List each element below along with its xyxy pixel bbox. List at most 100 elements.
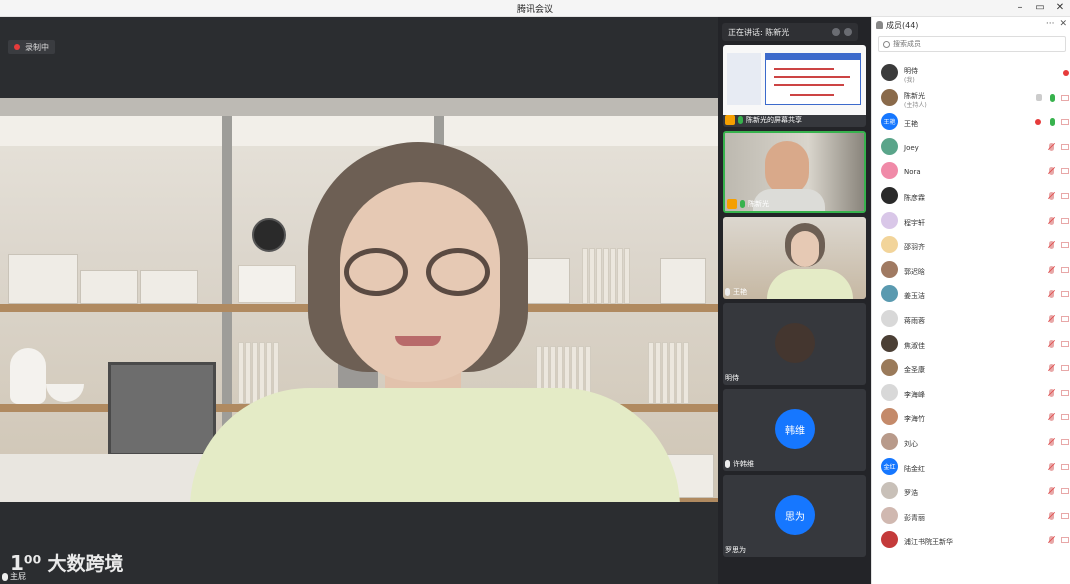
mic-muted-icon[interactable]: [1049, 142, 1054, 151]
mic-muted-icon[interactable]: [1049, 167, 1054, 176]
mic-muted-icon[interactable]: [1049, 536, 1054, 545]
camera-off-icon[interactable]: [1061, 193, 1069, 199]
member-row[interactable]: 陈彦霖: [872, 185, 1070, 207]
member-avatar: [881, 137, 898, 155]
member-name: 浦江书院王新华: [904, 538, 953, 547]
camera-off-icon[interactable]: [1061, 143, 1069, 150]
member-row[interactable]: 邵羽齐: [872, 234, 1070, 256]
thumb-participant[interactable]: 明侍: [723, 303, 866, 385]
recording-indicator[interactable]: 录制中: [8, 40, 55, 54]
thumb-name: 许韩维: [733, 460, 754, 468]
mic-muted-icon[interactable]: [1049, 438, 1054, 446]
member-name: 罗浩: [904, 489, 918, 498]
camera-off-icon[interactable]: [1061, 439, 1069, 445]
camera-off-icon[interactable]: [1061, 94, 1069, 101]
camera-off-icon[interactable]: [1061, 537, 1069, 544]
member-row[interactable]: 姜玉洁: [872, 283, 1070, 305]
member-row[interactable]: 刘心: [872, 431, 1070, 453]
camera-off-icon[interactable]: [1061, 512, 1069, 519]
mic-muted-icon[interactable]: [1049, 216, 1054, 225]
member-row[interactable]: 王艳 王艳: [872, 111, 1070, 133]
minimize-icon[interactable]: –: [1014, 1, 1026, 15]
thumb-participant[interactable]: 思为 罗思为: [723, 475, 866, 557]
mic-muted-icon[interactable]: [1049, 364, 1054, 373]
slide-text-line: [774, 76, 850, 78]
mic-muted-icon[interactable]: [1049, 315, 1054, 323]
thumb-active-speaker[interactable]: 陈新光: [723, 131, 866, 213]
camera-off-icon[interactable]: [1061, 365, 1069, 372]
camera-off-icon[interactable]: [1061, 217, 1069, 224]
host-shield-icon[interactable]: [1036, 93, 1042, 101]
camera-off-icon[interactable]: [1061, 168, 1069, 175]
close-icon[interactable]: ✕: [1059, 19, 1067, 29]
camera-off-icon[interactable]: [1061, 414, 1069, 421]
member-name: 陆金红: [904, 464, 925, 473]
member-row[interactable]: 程宇轩: [872, 210, 1070, 232]
member-row[interactable]: 李海峰: [872, 382, 1070, 404]
mic-muted-icon[interactable]: [1049, 290, 1054, 299]
video-ceiling: [0, 98, 718, 116]
member-row[interactable]: 焦淑佳: [872, 333, 1070, 355]
mic-muted-icon[interactable]: [1049, 487, 1054, 496]
camera-off-icon[interactable]: [1061, 316, 1069, 322]
thumb-name: 王艳: [733, 288, 747, 296]
maximize-icon[interactable]: ▭: [1034, 1, 1046, 15]
camera-off-icon[interactable]: [1061, 389, 1069, 396]
member-row[interactable]: 明侍 (我): [872, 62, 1070, 84]
slide-preview: [765, 53, 861, 105]
member-row[interactable]: 陈新光 (主持人): [872, 87, 1070, 109]
member-row[interactable]: 郭迟晗: [872, 259, 1070, 281]
mic-icon[interactable]: [1050, 93, 1055, 102]
camera-off-icon[interactable]: [1061, 340, 1069, 347]
search-icon: [883, 40, 890, 48]
mic-muted-icon[interactable]: [1049, 192, 1054, 200]
more-icon[interactable]: ···: [1046, 19, 1055, 29]
member-row[interactable]: 罗浩: [872, 480, 1070, 502]
member-search[interactable]: [878, 36, 1066, 52]
search-input[interactable]: [893, 40, 1053, 48]
close-icon[interactable]: ✕: [1054, 1, 1066, 15]
mic-muted-icon[interactable]: [1049, 265, 1054, 274]
host-badge-icon: [727, 199, 737, 209]
member-avatar: [881, 260, 898, 278]
member-row[interactable]: 蒋雨蓉: [872, 308, 1070, 330]
collapse-icon[interactable]: [844, 28, 852, 36]
member-row[interactable]: 金圣康: [872, 357, 1070, 379]
mic-muted-icon[interactable]: [1049, 339, 1054, 348]
mic-muted-icon[interactable]: [1049, 241, 1054, 250]
camera-off-icon[interactable]: [1061, 463, 1069, 470]
storage-box: [140, 270, 198, 304]
camera-off-icon[interactable]: [1061, 119, 1069, 126]
member-name: Joey: [904, 143, 919, 152]
member-avatar: [881, 531, 898, 549]
members-panel: 成员(44) ··· ✕ 明侍(我)陈新光(主持人)王艳王艳JoeyNora陈彦…: [871, 17, 1070, 584]
mic-icon[interactable]: [1050, 118, 1055, 127]
mic-icon: [725, 288, 730, 296]
camera-off-icon[interactable]: [1061, 488, 1069, 495]
thumb-screenshare[interactable]: 陈新光的屏幕共享: [723, 45, 866, 127]
mic-muted-icon[interactable]: [1049, 388, 1054, 397]
speaker-glasses: [426, 248, 490, 296]
thumb-face: [791, 231, 819, 267]
camera-off-icon[interactable]: [1061, 242, 1069, 249]
member-row[interactable]: Joey: [872, 136, 1070, 158]
layout-icon[interactable]: [832, 28, 840, 36]
camera-off-icon[interactable]: [1061, 266, 1069, 273]
member-row[interactable]: 浦江书院王新华: [872, 529, 1070, 551]
panel-actions: ··· ✕: [1046, 19, 1067, 29]
member-row[interactable]: 彭青丽: [872, 505, 1070, 527]
mic-muted-icon[interactable]: [1049, 413, 1054, 422]
thumb-name: 陈新光: [748, 200, 769, 208]
member-row[interactable]: Nora: [872, 160, 1070, 182]
mic-muted-icon[interactable]: [1049, 462, 1054, 471]
member-row[interactable]: 李海竹: [872, 406, 1070, 428]
member-row[interactable]: 金红 陆金红: [872, 456, 1070, 478]
camera-off-icon[interactable]: [1061, 291, 1069, 298]
thumb-participant[interactable]: 韩维 许韩维: [723, 389, 866, 471]
record-dot-icon[interactable]: [1063, 70, 1069, 76]
mic-icon: [2, 572, 8, 581]
sharing-icon[interactable]: [1035, 119, 1041, 126]
thumb-participant[interactable]: 王艳: [723, 217, 866, 299]
mic-muted-icon[interactable]: [1049, 511, 1054, 520]
main-video[interactable]: [0, 98, 718, 502]
